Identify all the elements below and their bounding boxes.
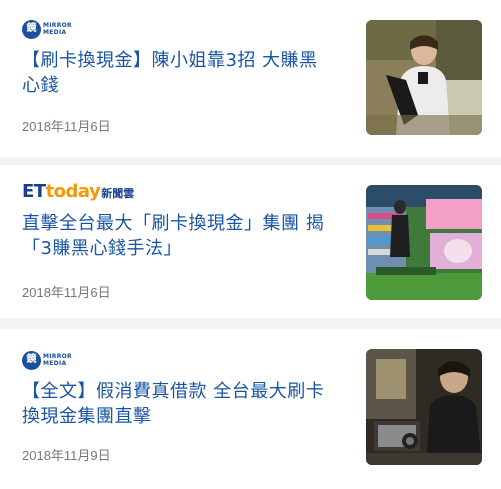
news-date: 2018年11月9日 [22,448,111,463]
news-feed: 鏡 MIRROR MEDIA 【刷卡換現金】陳小姐靠3招 大賺黑 心錢 2018… [0,0,501,489]
ettoday-logo-today: today [45,181,101,202]
source-logo-mirror-media: 鏡 MIRROR MEDIA [22,18,72,40]
ettoday-logo-et: ET [22,181,46,202]
news-title-line1: 【全文】假消費真借款 全台最大刷卡 [22,381,325,402]
news-title-link[interactable]: 【刷卡換現金】陳小姐靠3招 大賺黑 心錢 [22,48,352,98]
news-title-line2: 心錢 [22,75,59,96]
news-date: 2018年11月6日 [22,119,111,134]
news-card[interactable]: 鏡 MIRROR MEDIA 【全文】假消費真借款 全台最大刷卡 換現金集團直擊… [0,329,501,489]
news-date: 2018年11月6日 [22,285,111,300]
news-title-link[interactable]: 直擊全台最大「刷卡換現金」集團 揭 「3賺黑心錢手法」 [22,211,352,261]
source-logo-line1: MIRROR [43,22,72,29]
news-card[interactable]: 鏡 MIRROR MEDIA 【刷卡換現金】陳小姐靠3招 大賺黑 心錢 2018… [0,0,501,157]
news-title-line2: 「3賺黑心錢手法」 [22,238,182,259]
source-logo-mirror-media: 鏡 MIRROR MEDIA [22,349,72,371]
news-title-line1: 【刷卡換現金】陳小姐靠3招 大賺黑 [22,50,318,71]
news-title-line2: 換現金集團直擊 [22,406,152,427]
mirror-media-badge-icon: 鏡 [22,350,41,370]
source-logo-line2: MEDIA [43,29,67,36]
ettoday-logo-cn: 新聞雲 [101,187,135,200]
news-thumbnail[interactable] [366,349,482,465]
news-card[interactable]: ET today 新聞雲 直擊全台最大「刷卡換現金」集團 揭 「3賺黑心錢手法」… [0,165,501,318]
news-thumbnail[interactable] [366,20,482,135]
mirror-media-badge-icon: 鏡 [22,19,41,39]
source-logo-line2: MEDIA [43,360,67,367]
source-logo-ettoday: ET today 新聞雲 [22,181,134,203]
source-logo-line1: MIRROR [43,353,72,360]
news-title-link[interactable]: 【全文】假消費真借款 全台最大刷卡 換現金集團直擊 [22,379,352,429]
news-thumbnail[interactable] [366,185,482,300]
news-title-line1: 直擊全台最大「刷卡換現金」集團 揭 [22,213,325,234]
